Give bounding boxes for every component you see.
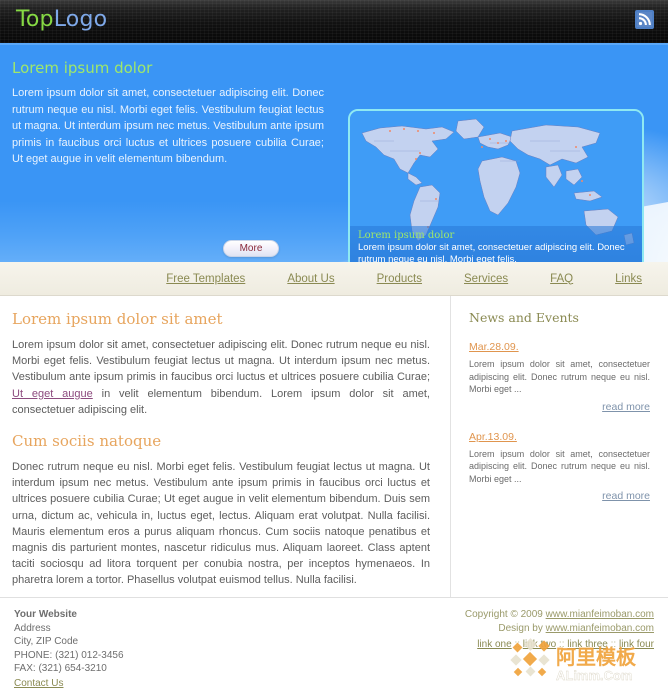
footer-links-row: link one :: link two :: link three :: li… [465, 638, 654, 652]
footer-address: Address [14, 622, 51, 634]
hero-heading: Lorem ipsum dolor [12, 59, 153, 77]
hero-paragraph: Lorem ipsum dolor sit amet, consectetuer… [12, 87, 324, 165]
nav-item-free-templates[interactable]: Free Templates [166, 273, 245, 285]
nav-item-links[interactable]: Links [615, 273, 642, 285]
footer-phone: PHONE: (321) 012-3456 [14, 649, 124, 661]
footer-company: Your Website [14, 609, 77, 620]
footer-city-zip: City, ZIP Code [14, 636, 79, 647]
read-more-wrap: read more [469, 401, 650, 413]
site-header: TopLogo [0, 0, 668, 45]
nav-item-about-us[interactable]: About Us [287, 273, 334, 285]
paragraph-text-a: Lorem ipsum dolor sit amet, consectetuer… [12, 339, 430, 384]
footer-copyright: Copyright © 2009 www.mianfeimoban.com [465, 608, 654, 622]
site-logo[interactable]: TopLogo [16, 7, 107, 32]
footer-design: Design by www.mianfeimoban.com [465, 622, 654, 636]
news-date-link[interactable]: Apr.13.09. [469, 431, 517, 443]
read-more-link[interactable]: read more [602, 401, 650, 413]
read-more-link[interactable]: read more [602, 490, 650, 502]
map-caption-text: Lorem ipsum dolor sit amet, consectetuer… [358, 242, 625, 262]
world-map-panel[interactable]: Lorem ipsum dolor Lorem ipsum dolor sit … [348, 109, 644, 262]
nav-item-products[interactable]: Products [377, 273, 422, 285]
content-area: Lorem ipsum dolor sit amet Lorem ipsum d… [0, 296, 668, 597]
copyright-prefix: Copyright © 2009 [464, 609, 546, 620]
news-item: Mar.28.09. Lorem ipsum dolor sit amet, c… [469, 341, 650, 413]
news-item: Apr.13.09. Lorem ipsum dolor sit amet, c… [469, 431, 650, 503]
site-footer: Your Website Address City, ZIP Code PHON… [0, 597, 668, 689]
main-navigation: Free Templates About Us Products Service… [0, 262, 668, 296]
section-paragraph-1: Lorem ipsum dolor sit amet, consectetuer… [12, 337, 430, 418]
news-excerpt: Lorem ipsum dolor sit amet, consectetuer… [469, 448, 650, 484]
design-link[interactable]: www.mianfeimoban.com [546, 623, 654, 634]
footer-link-two[interactable]: link two [523, 639, 556, 650]
sidebar-heading: News and Events [469, 310, 579, 325]
main-column: Lorem ipsum dolor sit amet Lorem ipsum d… [0, 296, 451, 597]
section-heading-2: Cum sociis natoque [12, 432, 162, 451]
design-prefix: Design by [498, 623, 546, 634]
read-more-wrap: read more [469, 490, 650, 502]
news-excerpt: Lorem ipsum dolor sit amet, consectetuer… [469, 359, 650, 394]
map-caption-heading: Lorem ipsum dolor [358, 230, 455, 241]
footer-link-three[interactable]: link three [567, 639, 608, 650]
footer-link-four[interactable]: link four [619, 639, 654, 650]
logo-text-top: Top [16, 7, 54, 32]
copyright-link[interactable]: www.mianfeimoban.com [546, 609, 654, 620]
more-button[interactable]: More [223, 240, 279, 257]
footer-link-one[interactable]: link one [477, 639, 511, 650]
map-caption: Lorem ipsum dolor Lorem ipsum dolor sit … [350, 226, 642, 262]
news-date-link[interactable]: Mar.28.09. [469, 341, 519, 353]
section-heading-1: Lorem ipsum dolor sit amet [12, 310, 223, 328]
page-root: TopLogo Lorem ipsum dolor Lorem ipsum do… [0, 0, 668, 693]
link-sep: :: [556, 639, 568, 650]
nav-item-services[interactable]: Services [464, 273, 508, 285]
nav-item-faq[interactable]: FAQ [550, 273, 573, 285]
hero-text-block: Lorem ipsum dolor Lorem ipsum dolor sit … [12, 59, 324, 168]
hero-banner: Lorem ipsum dolor Lorem ipsum dolor sit … [0, 45, 668, 262]
footer-fax: FAX: (321) 654-3210 [14, 663, 107, 674]
footer-credits-block: Copyright © 2009 www.mianfeimoban.com De… [465, 608, 654, 686]
link-sep: :: [607, 639, 619, 650]
contact-us-link[interactable]: Contact Us [14, 677, 63, 691]
footer-contact-block: Your Website Address City, ZIP Code PHON… [14, 608, 124, 689]
logo-text-bottom: Logo [53, 7, 108, 32]
rss-feed-icon[interactable] [635, 10, 654, 29]
link-sep: :: [511, 639, 523, 650]
sidebar-column: News and Events Mar.28.09. Lorem ipsum d… [451, 296, 668, 597]
inline-link-ut-eget-augue[interactable]: Ut eget augue [12, 388, 93, 400]
section-paragraph-2: Donec rutrum neque eu nisl. Morbi eget f… [12, 461, 430, 587]
